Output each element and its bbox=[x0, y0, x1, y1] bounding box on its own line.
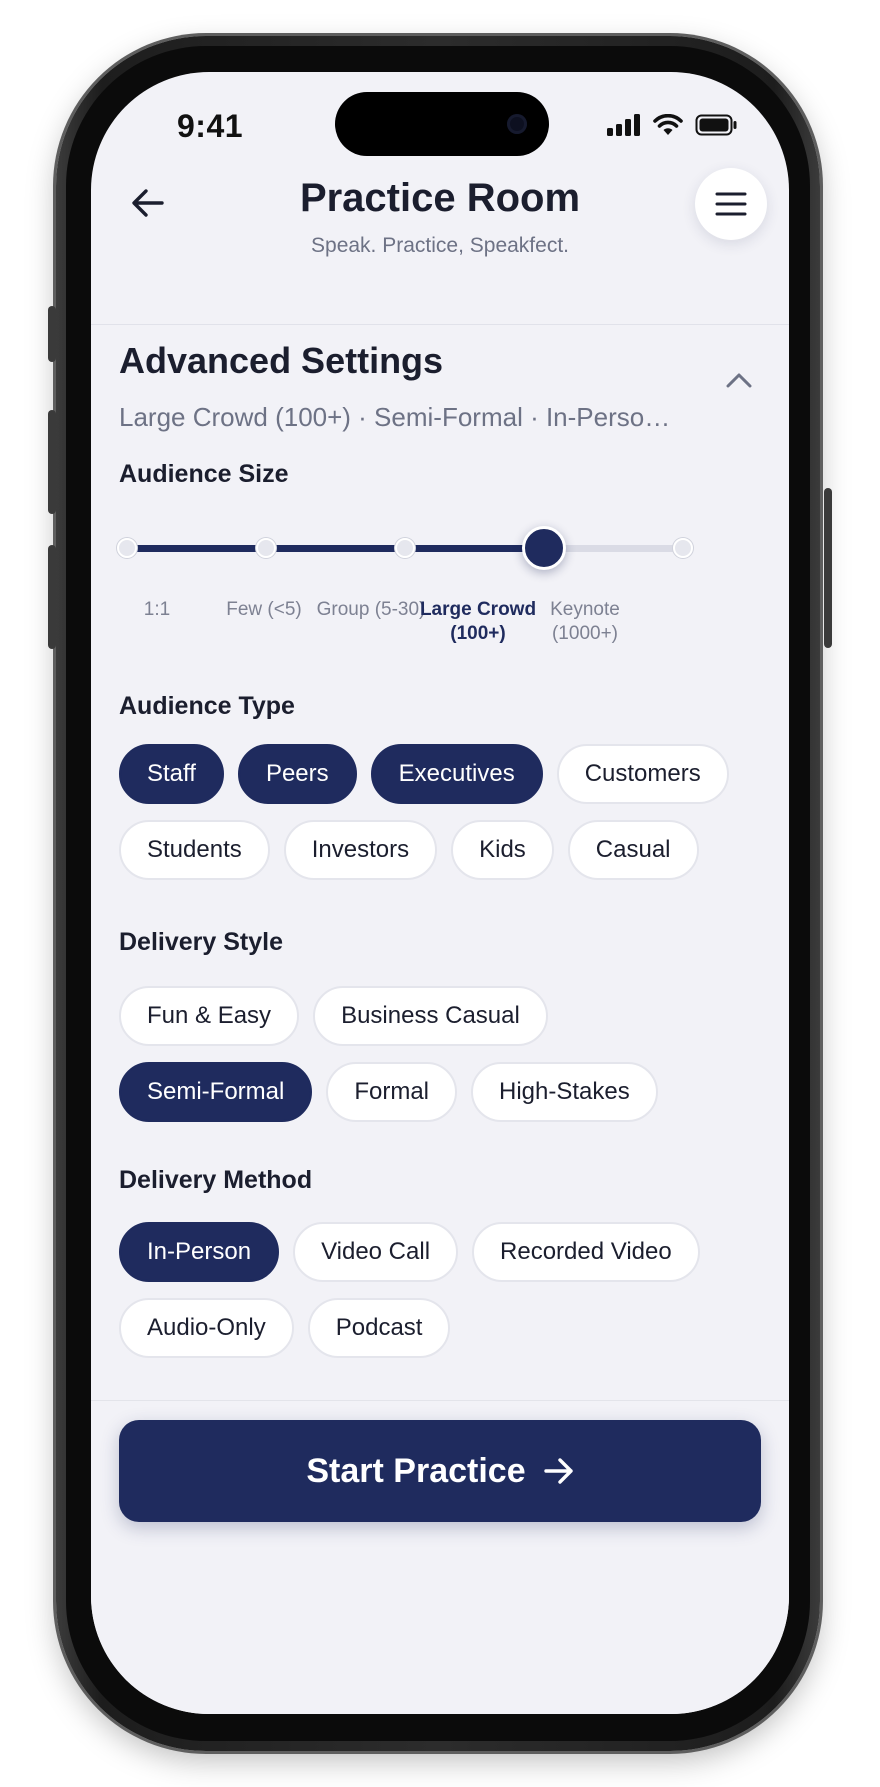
front-camera-icon bbox=[507, 114, 527, 134]
chevron-up-icon bbox=[726, 373, 752, 388]
app-screen: 9:41 Practice Room Speak. Practice, Spea… bbox=[91, 72, 789, 1714]
chip-business-casual[interactable]: Business Casual bbox=[313, 986, 548, 1046]
advanced-settings-title: Advanced Settings bbox=[119, 340, 444, 381]
advanced-settings-summary: Large Crowd (100+) · Semi-Formal · In-Pe… bbox=[119, 402, 679, 432]
chip-semi-formal[interactable]: Semi-Formal bbox=[119, 1062, 313, 1122]
slider-thumb[interactable] bbox=[522, 526, 566, 570]
power-button bbox=[824, 488, 832, 648]
start-practice-label: Start Practice bbox=[306, 1451, 526, 1490]
delivery-style-label: Delivery Style bbox=[119, 928, 283, 956]
slider-stop[interactable] bbox=[395, 538, 415, 558]
chip-customers[interactable]: Customers bbox=[556, 744, 729, 804]
page-subtitle: Speak. Practice, Speakfect. bbox=[311, 234, 569, 257]
chip-video-call[interactable]: Video Call bbox=[293, 1222, 459, 1282]
audience-type-label: Audience Type bbox=[119, 692, 295, 720]
slider-fill bbox=[127, 545, 544, 552]
hamburger-menu-icon bbox=[715, 192, 747, 216]
arrow-right-icon bbox=[543, 1458, 573, 1484]
menu-button[interactable] bbox=[695, 168, 767, 240]
chip-casual[interactable]: Casual bbox=[567, 820, 699, 880]
start-practice-button[interactable]: Start Practice bbox=[119, 1420, 761, 1522]
cellular-signal-icon bbox=[607, 114, 640, 136]
audience-size-label: Audience Size bbox=[119, 460, 289, 488]
dynamic-island bbox=[335, 92, 549, 156]
chip-recorded-video[interactable]: Recorded Video bbox=[472, 1222, 700, 1282]
chip-row: Semi-Formal Formal High-Stakes bbox=[119, 1062, 761, 1122]
chip-audio-only[interactable]: Audio-Only bbox=[119, 1298, 294, 1358]
chip-peers[interactable]: Peers bbox=[237, 744, 357, 804]
status-icons bbox=[607, 114, 737, 136]
delivery-method-chips: In-Person Video Call Recorded Video Audio-O… bbox=[119, 1222, 761, 1374]
chip-high-stakes[interactable]: High-Stakes bbox=[471, 1062, 658, 1122]
header-divider bbox=[91, 324, 789, 325]
chip-row: Audio-Only Podcast bbox=[119, 1298, 761, 1358]
chip-investors[interactable]: Investors bbox=[283, 820, 438, 880]
chip-row: Fun & Easy Business Casual bbox=[119, 986, 761, 1046]
chip-fun-easy[interactable]: Fun & Easy bbox=[119, 986, 300, 1046]
chip-in-person[interactable]: In-Person bbox=[119, 1222, 280, 1282]
wifi-icon bbox=[653, 114, 683, 135]
chip-students[interactable]: Students bbox=[119, 820, 270, 880]
delivery-style-chips: Fun & Easy Business Casual Semi-Formal Form… bbox=[119, 986, 761, 1138]
slider-stop[interactable] bbox=[117, 538, 137, 558]
status-time: 9:41 bbox=[177, 108, 244, 144]
chip-row: Staff Peers Executives Customers bbox=[119, 744, 761, 804]
silent-switch bbox=[48, 306, 56, 362]
audience-size-labels: 1:1 Few (<5) Group (5-30) Large Crowd (100+… bbox=[119, 598, 729, 658]
page-title: Practice Room bbox=[299, 176, 581, 220]
volume-up-button bbox=[48, 410, 56, 514]
chip-row: In-Person Video Call Recorded Video bbox=[119, 1222, 761, 1282]
chip-executives[interactable]: Executives bbox=[370, 744, 543, 804]
audience-type-chips: Staff Peers Executives Customers Students Inv… bbox=[119, 744, 761, 896]
audience-size-slider[interactable] bbox=[117, 526, 693, 570]
delivery-method-label: Delivery Method bbox=[119, 1166, 313, 1194]
chip-formal[interactable]: Formal bbox=[326, 1062, 458, 1122]
slider-option-label[interactable]: Keynote (1000+) bbox=[520, 598, 650, 646]
chip-kids[interactable]: Kids bbox=[451, 820, 554, 880]
chip-row: Students Investors Kids Casual bbox=[119, 820, 761, 880]
chip-podcast[interactable]: Podcast bbox=[307, 1298, 451, 1358]
collapse-advanced-settings-button[interactable] bbox=[717, 358, 761, 402]
chip-staff[interactable]: Staff bbox=[119, 744, 224, 804]
slider-stop[interactable] bbox=[256, 538, 276, 558]
battery-icon bbox=[695, 114, 737, 136]
slider-stop[interactable] bbox=[673, 538, 693, 558]
volume-down-button bbox=[48, 545, 56, 649]
